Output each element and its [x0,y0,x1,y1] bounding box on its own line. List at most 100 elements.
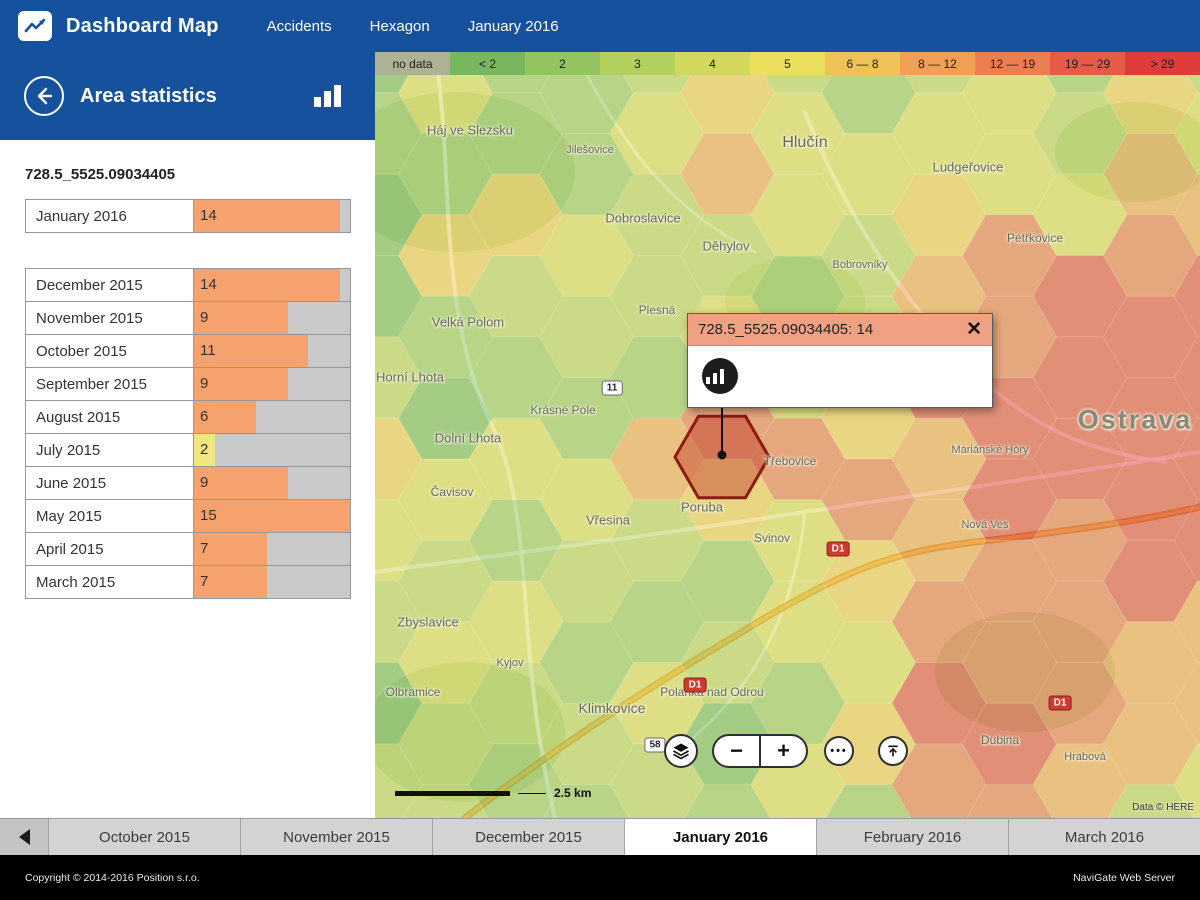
legend-29: > 29 [1125,52,1200,75]
stat-bar-cell: 15 [193,499,351,533]
stat-value: 9 [200,474,209,491]
navbar-item-january-2016[interactable]: January 2016 [468,18,559,35]
legend-5: 5 [750,52,825,75]
legend-2: < 2 [450,52,525,75]
stat-bar-cell: 6 [193,400,351,434]
stat-row: September 2015 9 [25,367,351,401]
current-month-table: January 2016 14 [25,199,351,233]
popup-header: 728.5_5525.09034405: 14 ✕ [688,314,992,346]
fit-extent-button[interactable] [878,736,908,766]
stat-value: 6 [200,408,209,425]
more-options-button[interactable]: ••• [824,736,854,766]
map-container[interactable]: no data < 223456 — 88 — 12 12 — 19 19 — 29 >… [375,52,1200,818]
main-area: Area statistics 728.5_5525.09034405 Janu… [0,52,1200,818]
sidebar-body: 728.5_5525.09034405 January 2016 14 Decem… [0,140,375,625]
stat-row: April 2015 7 [25,532,351,566]
stat-bar-cell: 7 [193,532,351,566]
popup-close-button[interactable]: ✕ [966,320,982,339]
timeline-prev-button[interactable] [0,819,48,855]
legend-4: 4 [675,52,750,75]
stat-row: October 2015 11 [25,334,351,368]
stat-value: 9 [200,375,209,392]
history-table: December 2015 14 November 2015 9 October 201… [25,268,351,599]
stat-row: August 2015 6 [25,400,351,434]
footer-server-name: NaviGate Web Server [1073,871,1175,884]
navbar-item-accidents[interactable]: Accidents [267,18,332,35]
stat-month-label: June 2015 [25,466,194,500]
back-button[interactable] [24,76,64,116]
stat-value: 11 [200,342,216,359]
timeline-tab-february-2016[interactable]: February 2016 [816,819,1008,855]
legend-12-19: 12 — 19 [975,52,1050,75]
timeline-tab-january-2016[interactable]: January 2016 [624,819,816,855]
legend-2: 2 [525,52,600,75]
timeline-tabs: October 2015 November 2015 December 2015 Ja… [48,819,1200,855]
stat-bar-cell: 11 [193,334,351,368]
scale-bar-line [395,790,510,796]
top-navbar: Dashboard Map Accidents Hexagon January 20… [0,0,1200,52]
stat-row: May 2015 15 [25,499,351,533]
zoom-control: − + [712,734,808,768]
stat-month-label: September 2015 [25,367,194,401]
stat-bar-cell: 2 [193,433,351,467]
footer-copyright: Copyright © 2014-2016 Position s.r.o. [25,871,200,884]
stat-value: 14 [200,276,217,293]
layers-icon [673,743,689,760]
app-title: Dashboard Map [66,14,219,37]
map-popup: 728.5_5525.09034405: 14 ✕ [687,313,993,408]
timeline-tab-october-2015[interactable]: October 2015 [48,819,240,855]
hexagon-layer[interactable] [375,52,1200,818]
stat-month-label: January 2016 [25,199,194,233]
stat-value: 7 [200,540,209,557]
stat-month-label: July 2015 [25,433,194,467]
sidebar-title: Area statistics [80,84,217,107]
chevron-left-icon [18,829,30,845]
legend-6-8: 6 — 8 [825,52,900,75]
app-root: Dashboard Map Accidents Hexagon January 20… [0,0,1200,900]
sidebar-area-statistics: Area statistics 728.5_5525.09034405 Janu… [0,52,375,818]
timeline-tab-december-2015[interactable]: December 2015 [432,819,624,855]
sidebar-header: Area statistics [0,52,375,140]
layers-button[interactable] [664,734,698,768]
map-legend: no data < 223456 — 88 — 12 12 — 19 19 — 29 >… [375,52,1200,75]
stat-value: 7 [200,573,209,590]
timeline-tab-march-2016[interactable]: March 2016 [1008,819,1200,855]
popup-chart-button[interactable] [702,358,738,394]
stat-bar-cell: 14 [193,199,351,233]
stat-month-label: May 2015 [25,499,194,533]
stat-month-label: April 2015 [25,532,194,566]
scale-label: 2.5 km [554,786,592,800]
stat-value: 2 [200,441,209,458]
navbar-item-hexagon[interactable]: Hexagon [370,18,430,35]
stat-bar-cell: 14 [193,268,351,302]
navbar-menu: Accidents Hexagon January 2016 [267,18,559,35]
stat-row: December 2015 14 [25,268,351,302]
stat-value: 9 [200,309,209,326]
scale-bar: 2.5 km [395,786,591,800]
stat-row: June 2015 9 [25,466,351,500]
stat-bar-cell: 9 [193,466,351,500]
stat-bar-cell: 7 [193,565,351,599]
back-arrow-icon [37,87,53,105]
stat-bar-cell: 9 [193,367,351,401]
popup-anchor-dot [717,450,727,460]
stat-month-label: December 2015 [25,268,194,302]
stat-value: 15 [200,507,217,524]
map-canvas[interactable] [375,52,1200,818]
footer: Copyright © 2014-2016 Position s.r.o. Na… [0,855,1200,900]
legend-8-12: 8 — 12 [900,52,975,75]
zoom-in-button[interactable]: + [761,736,806,766]
popup-body [688,346,992,407]
stat-month-label: October 2015 [25,334,194,368]
stat-bar-cell: 9 [193,301,351,335]
map-attribution: Data © HERE [1132,802,1194,813]
zoom-out-button[interactable]: − [714,736,759,766]
timeline-tab-november-2015[interactable]: November 2015 [240,819,432,855]
legend-no-data: no data [375,52,450,75]
stat-value: 14 [200,207,217,224]
stat-row: July 2015 2 [25,433,351,467]
scale-bar-thin-line [518,792,546,794]
timeline-bar: October 2015 November 2015 December 2015 Ja… [0,818,1200,855]
map-controls: − + ••• [664,734,908,768]
bar-chart-icon [706,368,724,384]
